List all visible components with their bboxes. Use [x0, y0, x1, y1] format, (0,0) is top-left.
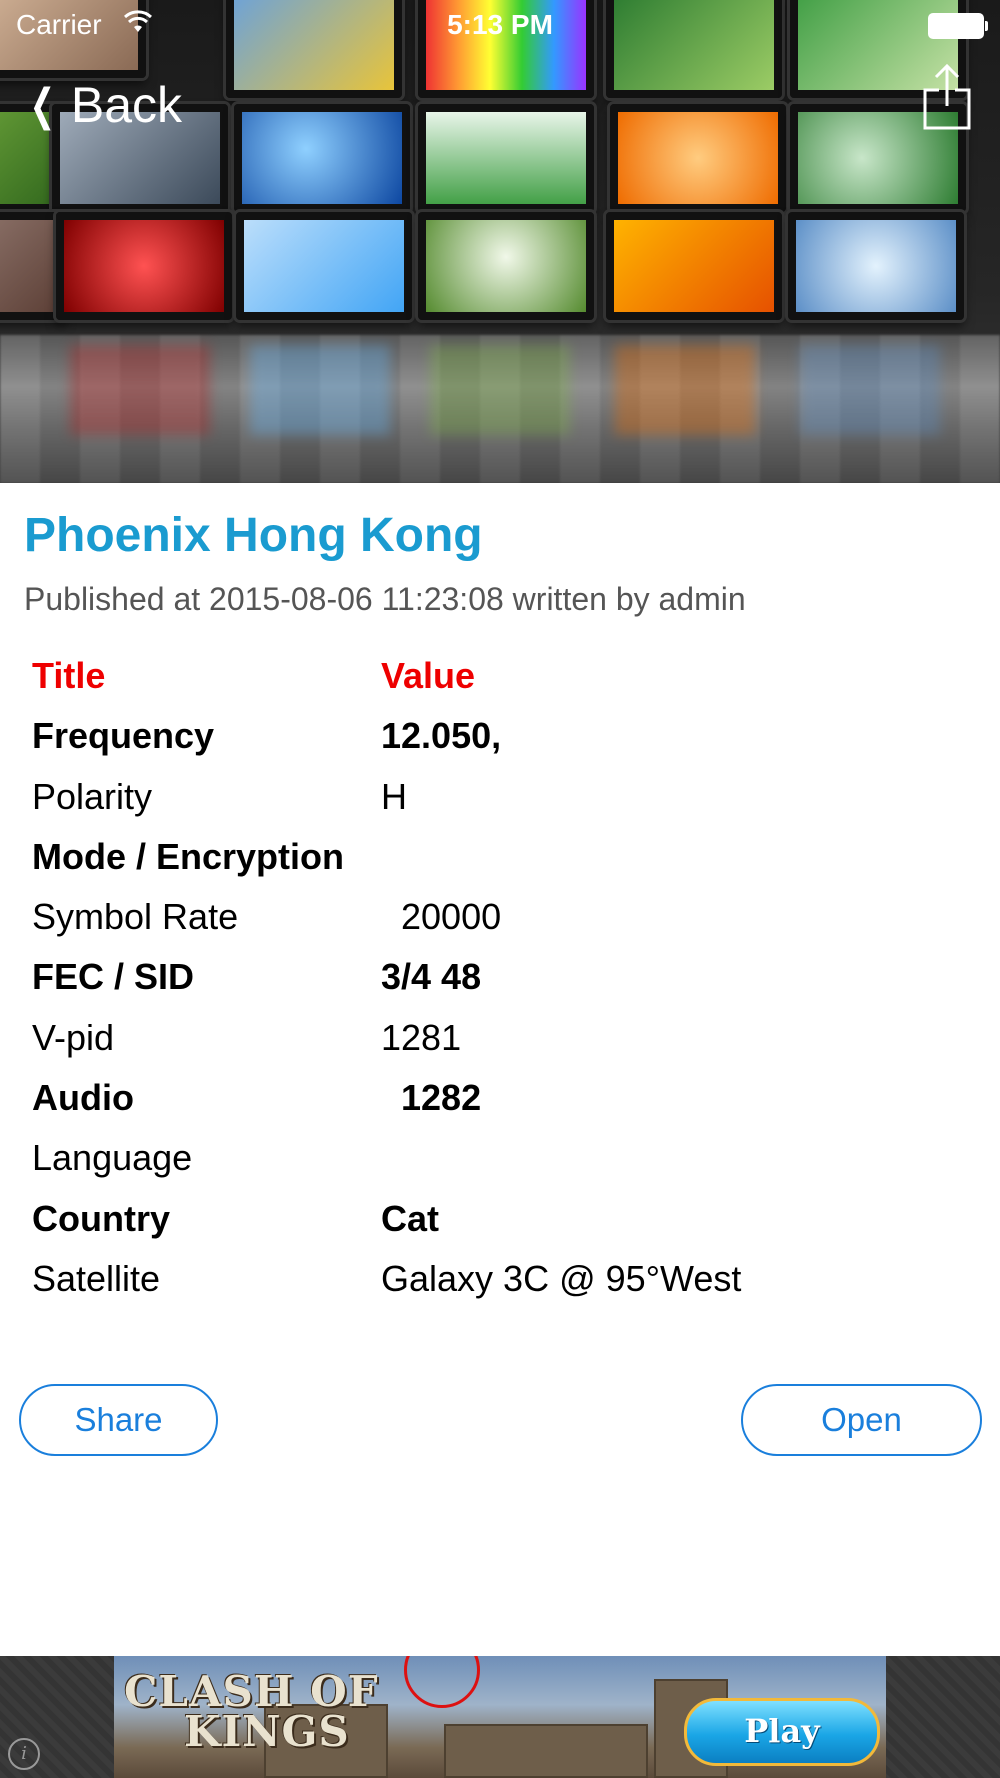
row-value: 12.050,	[381, 715, 502, 757]
row-value: Galaxy 3C @ 95°West	[381, 1257, 742, 1299]
ad-creative[interactable]: CLASH OF KINGS Play	[114, 1656, 886, 1778]
table-row: Symbol Rate 20000	[32, 887, 932, 947]
row-label: Symbol Rate	[32, 896, 239, 938]
info-icon[interactable]: i	[8, 1738, 40, 1770]
table-row: Audio 1282	[32, 1068, 932, 1128]
status-time: 5:13 PM	[447, 9, 553, 40]
tv-screen	[788, 212, 964, 320]
row-value: Cat	[381, 1197, 440, 1239]
row-label: Satellite	[32, 1257, 161, 1299]
info-table: Title Value Frequency 12.050, Polarity H…	[32, 646, 932, 1309]
header-image	[0, 0, 1000, 483]
table-header: Title Value	[32, 646, 932, 706]
reflection	[615, 345, 755, 435]
ad-banner: CLASH OF KINGS Play i	[0, 1656, 1000, 1778]
table-row: Satellite Galaxy 3C @ 95°West	[32, 1249, 932, 1309]
share-button[interactable]: Share	[19, 1384, 218, 1456]
row-value: 20000	[381, 896, 502, 938]
table-row: Polarity H	[32, 767, 932, 827]
row-value: H	[381, 775, 407, 817]
row-label: Frequency	[32, 715, 215, 757]
tv-screen	[418, 104, 594, 212]
page-title: Phoenix Hong Kong	[24, 509, 483, 562]
crosshair-icon	[404, 1656, 480, 1708]
tv-screen	[234, 104, 410, 212]
row-value: 1282	[381, 1077, 482, 1119]
tv-screen	[56, 212, 232, 320]
status-bar: Carrier 5:13 PM	[0, 0, 1000, 50]
ad-logo-line1: CLASH OF	[124, 1667, 379, 1716]
publish-meta: Published at 2015-08-06 11:23:08 written…	[24, 581, 746, 617]
row-label: V-pid	[32, 1016, 115, 1058]
ad-logo: CLASH OF KINGS	[124, 1667, 379, 1756]
table-row: Mode / Encryption	[32, 827, 932, 887]
chevron-left-icon: ❮	[29, 80, 56, 130]
reflection	[430, 345, 570, 435]
tv-screen	[610, 104, 786, 212]
castle-tower	[444, 1724, 648, 1778]
back-button[interactable]: ❮ Back	[24, 76, 183, 134]
reflection	[250, 345, 390, 435]
share-icon[interactable]	[922, 62, 972, 132]
row-value: 1281	[381, 1016, 462, 1058]
header-value: Value	[381, 655, 476, 696]
ad-logo-line2: KINGS	[184, 1707, 350, 1756]
row-label: Language	[32, 1137, 193, 1179]
reflection	[70, 345, 210, 435]
table-row: V-pid 1281	[32, 1008, 932, 1068]
row-label: Polarity	[32, 775, 153, 817]
table-row: FEC / SID 3/4 48	[32, 947, 932, 1007]
row-label: Mode / Encryption	[32, 835, 345, 877]
reflection	[800, 345, 940, 435]
ad-play-button[interactable]: Play	[684, 1698, 880, 1766]
table-row: Frequency 12.050,	[32, 706, 932, 766]
table-row: Language	[32, 1128, 932, 1188]
battery-icon	[928, 13, 988, 39]
row-label: FEC / SID	[32, 956, 195, 998]
open-button[interactable]: Open	[741, 1384, 982, 1456]
tv-screen	[236, 212, 412, 320]
table-row: Country Cat	[32, 1189, 932, 1249]
tv-screen	[606, 212, 782, 320]
row-label: Audio	[32, 1077, 134, 1119]
header-title: Title	[32, 655, 106, 696]
row-label: Country	[32, 1197, 170, 1239]
tv-screen	[418, 212, 594, 320]
back-label: Back	[70, 77, 183, 133]
row-value: 3/4 48	[381, 956, 482, 998]
